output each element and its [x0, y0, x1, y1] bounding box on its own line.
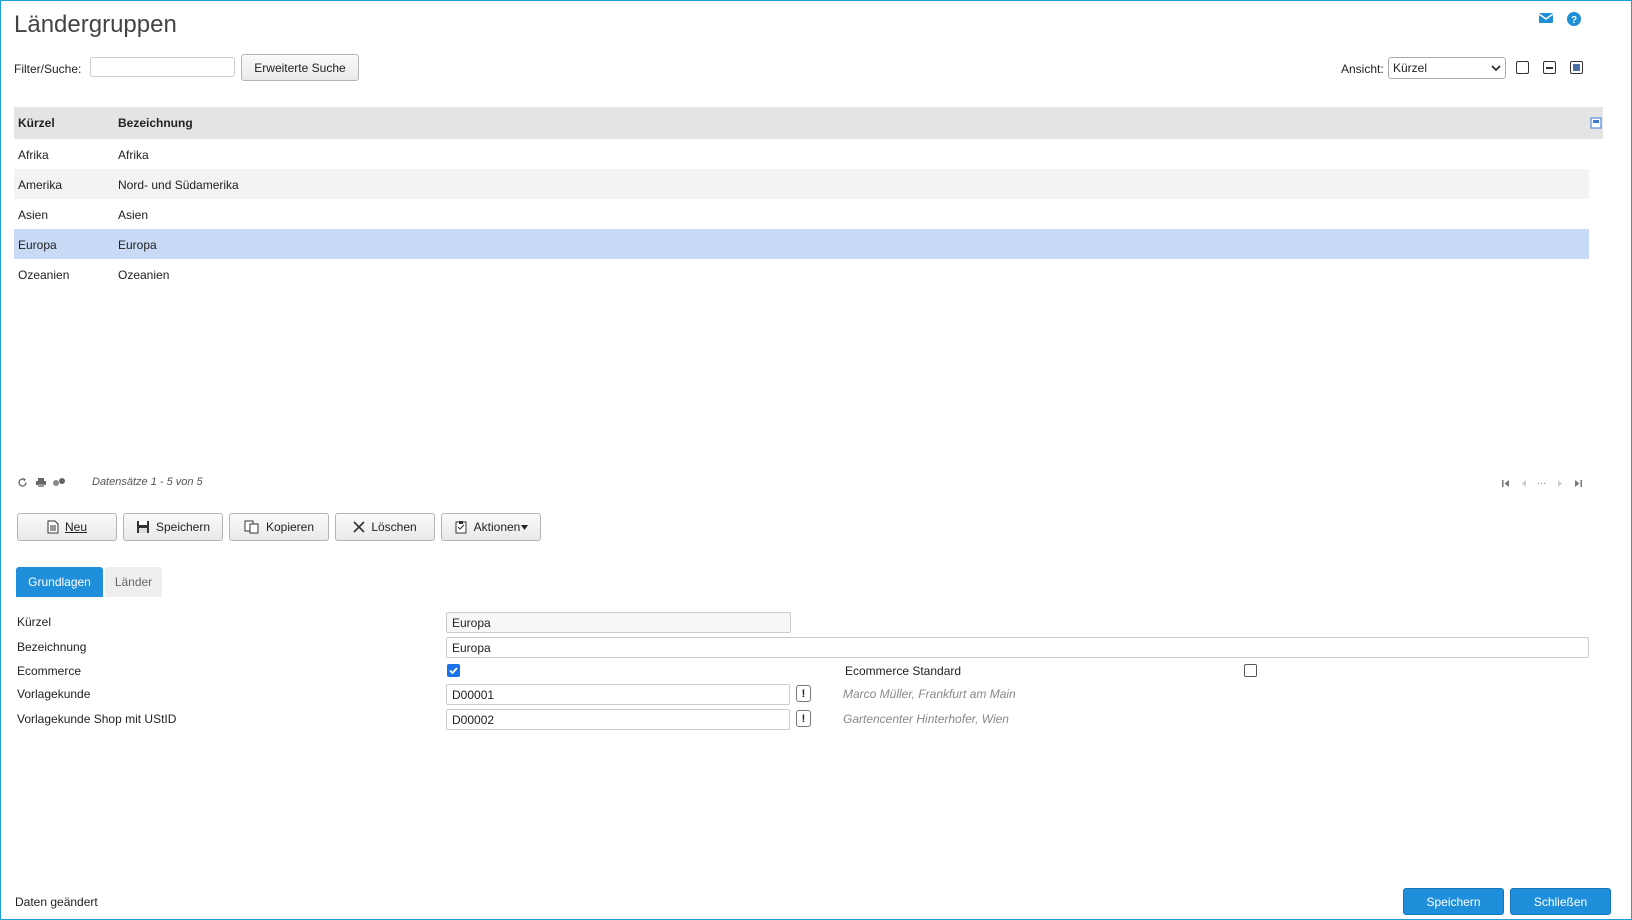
table-row[interactable]: Afrika Afrika — [14, 139, 1589, 169]
close-icon — [353, 521, 365, 533]
actions-button-label: Aktionen — [473, 520, 521, 534]
view-select[interactable]: Kürzel — [1388, 57, 1506, 79]
filter-input[interactable] — [90, 57, 235, 77]
ecommerce-checkbox[interactable] — [447, 664, 460, 677]
vorlagekunde-label: Vorlagekunde — [17, 687, 91, 701]
refresh-icon[interactable] — [17, 477, 28, 488]
mail-icon[interactable] — [1538, 11, 1554, 25]
caret-down-icon — [521, 524, 529, 530]
tab-grundlagen[interactable]: Grundlagen — [16, 567, 103, 597]
copy-button-label: Kopieren — [265, 520, 315, 534]
first-page-icon[interactable] — [1501, 479, 1511, 488]
column-header-kuerzel[interactable]: Kürzel — [18, 116, 55, 130]
table-row[interactable]: Ozeanien Ozeanien — [14, 259, 1589, 289]
vorlagekunde-shop-label: Vorlagekunde Shop mit UStID — [17, 712, 177, 726]
vorlagekunde-field[interactable]: D00001 — [446, 684, 790, 705]
print-icon[interactable] — [35, 477, 47, 488]
cell-kuerzel: Amerika — [18, 178, 63, 192]
ecommerce-label: Ecommerce — [17, 664, 82, 678]
svg-text:?: ? — [1571, 15, 1577, 26]
next-page-icon[interactable] — [1556, 479, 1564, 488]
view-label: Ansicht: — [1341, 62, 1384, 76]
ecommerce-standard-label: Ecommerce Standard — [845, 664, 962, 678]
cell-kuerzel: Afrika — [18, 148, 49, 162]
copy-button[interactable]: Kopieren — [229, 513, 329, 541]
cell-bezeichnung: Afrika — [118, 148, 149, 162]
cell-kuerzel: Ozeanien — [18, 268, 70, 282]
new-document-icon — [47, 520, 59, 534]
column-chooser-icon[interactable] — [1590, 117, 1602, 129]
last-page-icon[interactable] — [1573, 479, 1583, 488]
save-disk-icon — [136, 521, 149, 533]
grid-header: Kürzel Bezeichnung — [14, 107, 1603, 139]
actions-button[interactable]: Aktionen — [441, 513, 541, 541]
footer-save-button[interactable]: Speichern — [1403, 888, 1504, 915]
vorlagekunde-shop-hint: Gartencenter Hinterhofer, Wien — [843, 712, 1009, 726]
chevron-down-icon — [1491, 65, 1501, 71]
view-layout-full-icon[interactable] — [1570, 61, 1583, 74]
cell-bezeichnung: Nord- und Südamerika — [118, 178, 239, 192]
cell-bezeichnung: Ozeanien — [118, 268, 170, 282]
save-button[interactable]: Speichern — [123, 513, 223, 541]
new-button-label: Neu — [64, 520, 87, 534]
vorlagekunde-hint: Marco Müller, Frankfurt am Main — [843, 687, 1016, 701]
delete-button-label: Löschen — [371, 520, 417, 534]
status-text: Daten geändert — [15, 895, 98, 909]
previous-page-icon[interactable] — [1520, 479, 1528, 488]
new-button[interactable]: Neu — [17, 513, 117, 541]
clipboard-icon — [455, 521, 467, 534]
window-frame: Ländergruppen ? Filter/Suche: Erweiterte… — [0, 0, 1632, 920]
vorlagekunde-shop-field[interactable]: D00002 — [446, 709, 790, 730]
copy-icon — [244, 520, 259, 534]
records-count: Datensätze 1 - 5 von 5 — [92, 476, 203, 488]
cell-kuerzel: Asien — [18, 208, 49, 222]
column-header-bezeichnung[interactable]: Bezeichnung — [118, 116, 193, 130]
vorlagekunde-shop-lookup-button[interactable]: ! — [796, 710, 811, 727]
cell-kuerzel: Europa — [18, 238, 57, 252]
save-button-label: Speichern — [155, 520, 211, 534]
bezeichnung-label: Bezeichnung — [17, 640, 87, 654]
vorlagekunde-lookup-button[interactable]: ! — [796, 685, 811, 702]
help-icon[interactable]: ? — [1566, 11, 1582, 26]
page-title: Ländergruppen — [14, 11, 177, 38]
view-layout-split-icon[interactable] — [1543, 61, 1556, 74]
delete-button[interactable]: Löschen — [335, 513, 435, 541]
group-icon[interactable] — [52, 477, 66, 487]
ecommerce-standard-checkbox[interactable] — [1244, 664, 1257, 677]
checkmark-icon — [449, 667, 458, 675]
cell-bezeichnung: Europa — [118, 238, 157, 252]
advanced-search-label: Erweiterte Suche — [254, 60, 346, 75]
kuerzel-field[interactable]: Europa — [446, 612, 791, 633]
view-select-value: Kürzel — [1393, 61, 1428, 75]
tab-laender[interactable]: Länder — [105, 567, 162, 597]
footer-close-button[interactable]: Schließen — [1510, 888, 1611, 915]
kuerzel-label: Kürzel — [17, 615, 52, 629]
view-layout-single-icon[interactable] — [1516, 61, 1529, 74]
bezeichnung-field[interactable]: Europa — [446, 637, 1589, 658]
table-row[interactable]: Amerika Nord- und Südamerika — [14, 169, 1589, 199]
filter-label: Filter/Suche: — [14, 62, 82, 76]
pager-ellipsis[interactable]: ... — [1537, 475, 1546, 487]
cell-bezeichnung: Asien — [118, 208, 149, 222]
advanced-search-button[interactable]: Erweiterte Suche — [241, 54, 359, 81]
table-row[interactable]: Asien Asien — [14, 199, 1589, 229]
table-row-selected[interactable]: Europa Europa — [14, 229, 1589, 259]
